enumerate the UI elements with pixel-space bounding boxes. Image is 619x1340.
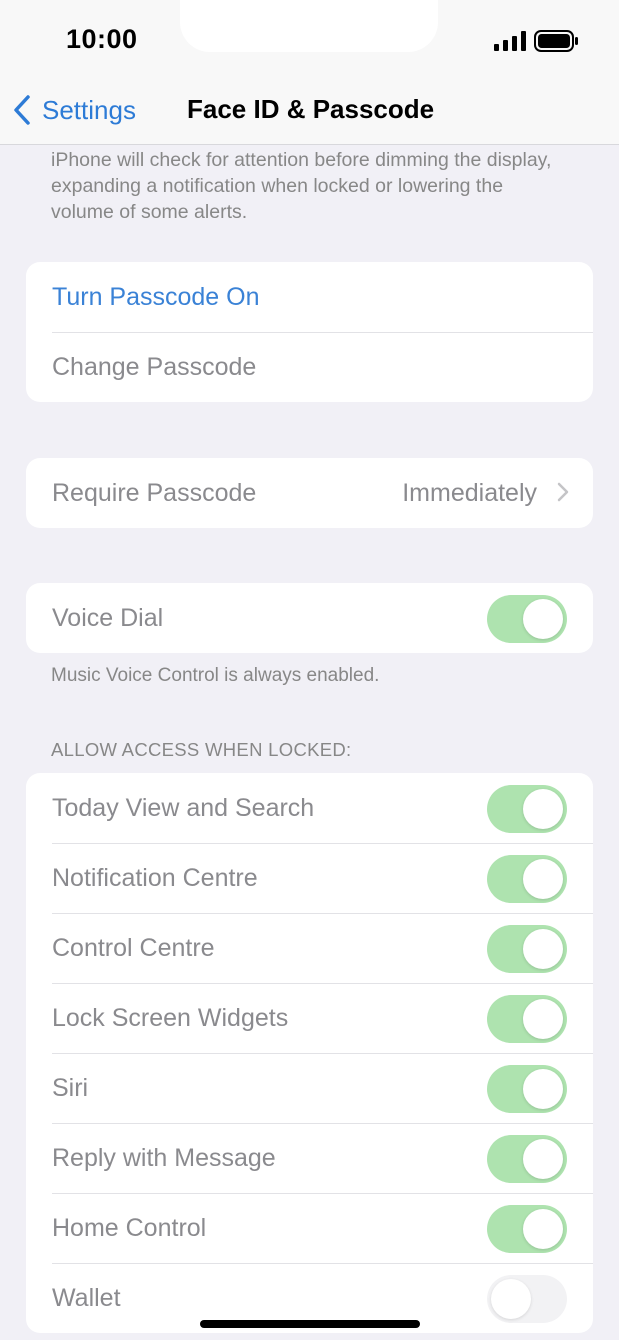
require-passcode-row[interactable]: Require Passcode Immediately xyxy=(26,458,593,528)
wallet-toggle[interactable] xyxy=(487,1275,567,1323)
turn-passcode-on-button[interactable]: Turn Passcode On xyxy=(26,262,593,332)
access-row-label: Siri xyxy=(52,1073,89,1102)
home-control-toggle[interactable] xyxy=(487,1205,567,1253)
access-row-notification-centre: Notification Centre xyxy=(26,843,593,913)
access-row-label: Wallet xyxy=(52,1283,121,1312)
navigation-bar: Settings Face ID & Passcode xyxy=(0,78,619,145)
toggle-knob xyxy=(491,1279,531,1319)
back-button[interactable]: Settings xyxy=(12,92,136,128)
allow-access-group: Today View and Search Notification Centre… xyxy=(26,773,593,1333)
toggle-knob xyxy=(523,789,563,829)
access-row-siri: Siri xyxy=(26,1053,593,1123)
change-passcode-button[interactable]: Change Passcode xyxy=(26,332,593,402)
access-row-today-view-and-search: Today View and Search xyxy=(26,773,593,843)
toggle-knob xyxy=(523,599,563,639)
require-passcode-group: Require Passcode Immediately xyxy=(26,458,593,528)
access-row-label: Today View and Search xyxy=(52,793,315,822)
require-passcode-label: Require Passcode xyxy=(52,478,257,507)
allow-access-header: ALLOW ACCESS WHEN LOCKED: xyxy=(51,739,352,760)
voice-dial-group: Voice Dial xyxy=(26,583,593,653)
today-view-and-search-toggle[interactable] xyxy=(487,785,567,833)
access-row-home-control: Home Control xyxy=(26,1193,593,1263)
turn-passcode-on-label: Turn Passcode On xyxy=(52,282,260,311)
lock-screen-widgets-toggle[interactable] xyxy=(487,995,567,1043)
home-indicator[interactable] xyxy=(200,1320,420,1328)
voice-dial-toggle[interactable] xyxy=(487,595,567,643)
access-row-label: Reply with Message xyxy=(52,1143,276,1172)
voice-dial-row: Voice Dial xyxy=(26,583,593,653)
passcode-group: Turn Passcode On Change Passcode xyxy=(26,262,593,402)
toggle-knob xyxy=(523,999,563,1039)
access-row-control-centre: Control Centre xyxy=(26,913,593,983)
toggle-knob xyxy=(523,929,563,969)
change-passcode-label: Change Passcode xyxy=(52,352,257,381)
chevron-right-icon xyxy=(557,482,569,502)
back-label: Settings xyxy=(42,94,136,125)
chevron-left-icon xyxy=(14,95,30,125)
notification-centre-toggle[interactable] xyxy=(487,855,567,903)
status-time: 10:00 xyxy=(66,24,138,54)
voice-dial-footnote: Music Voice Control is always enabled. xyxy=(51,665,380,686)
attention-note: iPhone will check for attention before d… xyxy=(51,149,552,223)
reply-with-message-toggle[interactable] xyxy=(487,1135,567,1183)
access-row-label: Notification Centre xyxy=(52,863,258,892)
notch xyxy=(180,0,438,52)
toggle-knob xyxy=(523,1069,563,1109)
status-bar: 10:00 xyxy=(0,0,619,78)
toggle-knob xyxy=(523,859,563,899)
phone-screen: 10:00 Settings Face ID & Passcode iPhone… xyxy=(0,0,619,1340)
access-row-reply-with-message: Reply with Message xyxy=(26,1123,593,1193)
cellular-signal-icon xyxy=(494,31,526,51)
access-row-label: Home Control xyxy=(52,1213,207,1242)
toggle-knob xyxy=(523,1209,563,1249)
voice-dial-label: Voice Dial xyxy=(52,603,164,632)
access-row-label: Lock Screen Widgets xyxy=(52,1003,289,1032)
require-passcode-value: Immediately xyxy=(402,478,537,507)
access-row-label: Control Centre xyxy=(52,933,215,962)
siri-toggle[interactable] xyxy=(487,1065,567,1113)
toggle-knob xyxy=(523,1139,563,1179)
page-title: Face ID & Passcode xyxy=(187,94,435,124)
control-centre-toggle[interactable] xyxy=(487,925,567,973)
battery-full-icon xyxy=(534,30,578,52)
access-row-lock-screen-widgets: Lock Screen Widgets xyxy=(26,983,593,1053)
